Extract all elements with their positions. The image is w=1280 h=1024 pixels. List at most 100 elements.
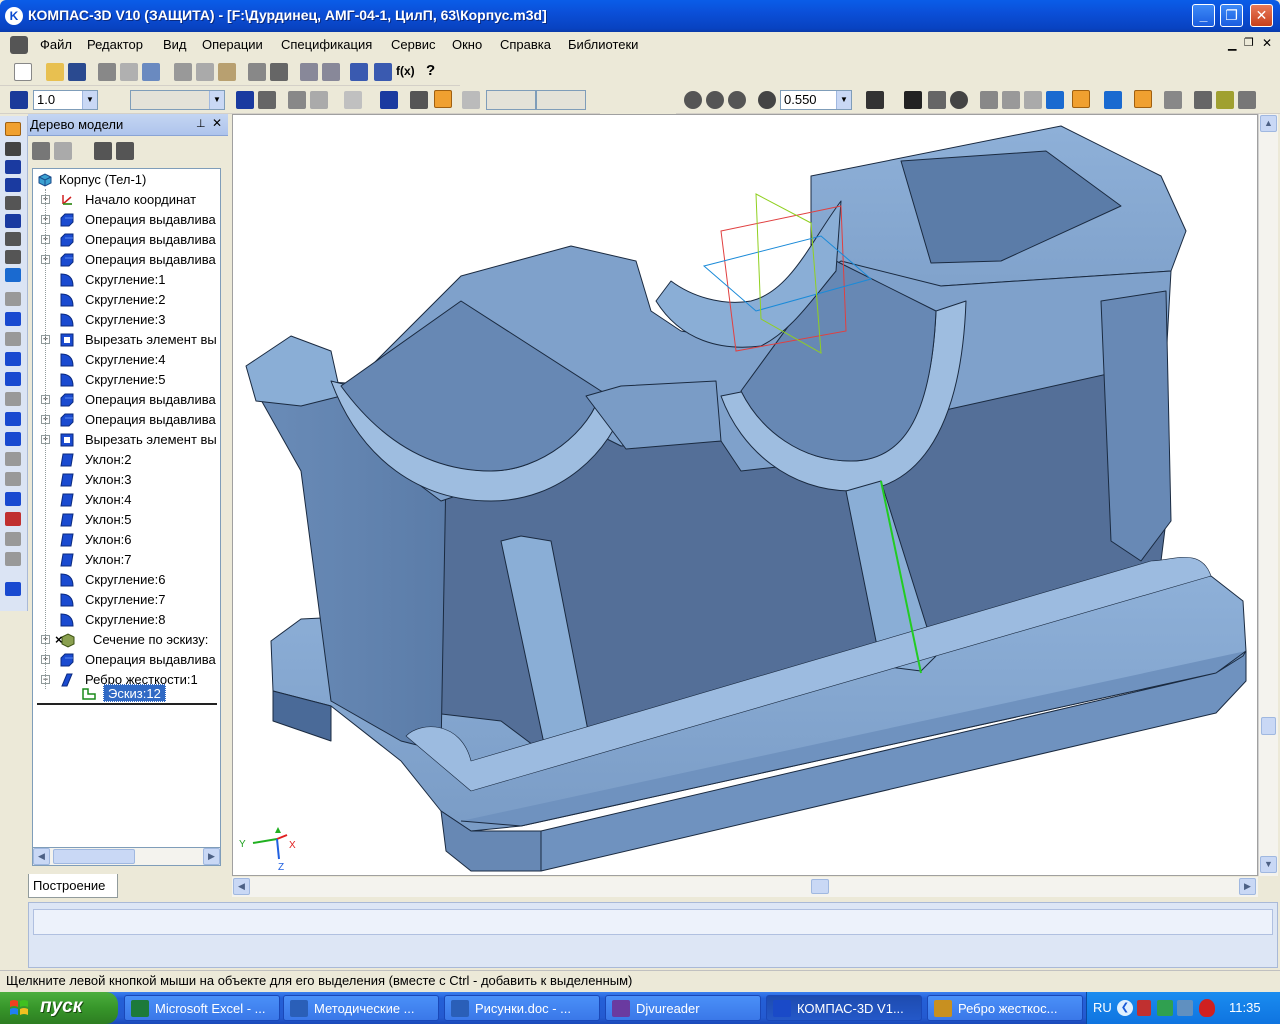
tree-item[interactable]: Скругление:8: [33, 610, 220, 630]
chain-icon[interactable]: [288, 91, 306, 109]
layer-dropdown-icon[interactable]: ▼: [209, 91, 224, 109]
tree-hscroll[interactable]: ◀ ▶: [32, 848, 221, 866]
help-pointer-icon[interactable]: ?: [426, 62, 435, 79]
taskbar-task[interactable]: КОМПАС-3D V1...: [766, 995, 922, 1021]
op-loft-icon[interactable]: [5, 352, 21, 366]
snap-icon[interactable]: [10, 91, 28, 109]
tree-scroll-left-icon[interactable]: ◀: [33, 848, 50, 865]
window-titlebar[interactable]: K КОМПАС-3D V10 (ЗАЩИТА) - [F:\Дурдинец,…: [0, 0, 1280, 32]
zoom-out-icon[interactable]: [728, 91, 746, 109]
hscroll-thumb[interactable]: [811, 879, 829, 894]
print-preview-icon[interactable]: [120, 63, 138, 81]
tray-shield-icon[interactable]: [1137, 1000, 1151, 1016]
hidden-lines-icon[interactable]: [1002, 91, 1020, 109]
tree-item[interactable]: Уклон:4: [33, 490, 220, 510]
tree-sort-icon[interactable]: [94, 142, 112, 160]
filter-icon[interactable]: [5, 214, 21, 228]
measure-icon[interactable]: [1194, 91, 1212, 109]
tree-item[interactable]: Скругление:6: [33, 570, 220, 590]
scroll-up-icon[interactable]: ▲: [1260, 115, 1277, 132]
grid-icon[interactable]: [344, 91, 362, 109]
document-icon[interactable]: [10, 36, 28, 54]
zoom-dropdown-icon[interactable]: ▼: [836, 91, 851, 109]
close-button[interactable]: ✕: [1250, 4, 1273, 27]
kompas-app-icon[interactable]: K: [5, 7, 23, 25]
tree-item[interactable]: + Вырезать элемент вы: [33, 430, 220, 450]
op-mirror-icon[interactable]: [5, 532, 21, 546]
step-cursor-icon[interactable]: [410, 91, 428, 109]
print-icon[interactable]: [98, 63, 116, 81]
scroll-down-icon[interactable]: ▼: [1260, 856, 1277, 873]
op-array-icon[interactable]: [5, 492, 21, 506]
tree-order-icon[interactable]: [32, 142, 50, 160]
zoom-all-icon[interactable]: [928, 91, 946, 109]
op-rotate-icon[interactable]: [5, 312, 21, 326]
menu-item-7[interactable]: Справка: [500, 37, 551, 52]
menu-item-3[interactable]: Операции: [202, 37, 263, 52]
tree-item[interactable]: + Операция выдавлива: [33, 250, 220, 270]
tree-props-icon[interactable]: [116, 142, 134, 160]
report-icon[interactable]: [5, 250, 21, 264]
taskbar-task[interactable]: Рисунки.doc - ...: [444, 995, 600, 1021]
shaded-icon[interactable]: [1046, 91, 1064, 109]
paste-icon[interactable]: [218, 63, 236, 81]
tree-item[interactable]: Скругление:4: [33, 350, 220, 370]
zoom-scale-icon[interactable]: [758, 91, 776, 109]
maximize-button[interactable]: ❐: [1220, 4, 1243, 27]
op-section-icon[interactable]: [5, 512, 21, 526]
wireframe-icon[interactable]: [980, 91, 998, 109]
format-brush-icon[interactable]: [248, 63, 266, 81]
tray-expand-icon[interactable]: ❮: [1117, 1000, 1133, 1016]
step-combobox[interactable]: 1.0 ▼: [33, 90, 98, 110]
zoom-in-icon[interactable]: [706, 91, 724, 109]
op-chamfer-icon[interactable]: [5, 412, 21, 426]
menu-item-0[interactable]: Файл: [40, 37, 72, 52]
manager-icon[interactable]: [350, 63, 368, 81]
menu-item-2[interactable]: Вид: [163, 37, 187, 52]
layers-icon[interactable]: [374, 63, 392, 81]
op-rib-icon[interactable]: [5, 472, 21, 486]
tab-construction[interactable]: Построение: [28, 874, 118, 898]
tree-item[interactable]: Скругление:7: [33, 590, 220, 610]
open-file-icon[interactable]: [46, 63, 64, 81]
doc-restore-icon[interactable]: ❐: [1244, 36, 1254, 49]
layer-combobox[interactable]: ▼: [130, 90, 225, 110]
menu-item-4[interactable]: Спецификация: [281, 37, 372, 52]
y-coord-field[interactable]: [536, 90, 586, 110]
vscroll-thumb[interactable]: [1261, 717, 1276, 735]
select-filter-icon[interactable]: [1134, 90, 1152, 108]
list-icon[interactable]: [270, 63, 288, 81]
x-coord-field[interactable]: [486, 90, 536, 110]
taskbar-task[interactable]: Djvureader: [605, 995, 761, 1021]
rotate-icon[interactable]: [950, 91, 968, 109]
tree-item[interactable]: Уклон:2: [33, 450, 220, 470]
tree-item[interactable]: Скругление:3: [33, 310, 220, 330]
shaded-edges-icon[interactable]: [1072, 90, 1090, 108]
op-fillet-icon[interactable]: [5, 392, 21, 406]
zoom-window-icon[interactable]: [684, 91, 702, 109]
spec-icon[interactable]: [5, 232, 21, 246]
taskbar-task[interactable]: Ребро жесткос...: [927, 995, 1083, 1021]
fx-button[interactable]: f(x): [396, 64, 415, 78]
op-shell-icon[interactable]: [5, 432, 21, 446]
tree-item[interactable]: + Операция выдавлива: [33, 650, 220, 670]
zoom-combobox[interactable]: 0.550 ▼: [780, 90, 852, 110]
editing-mode-icon[interactable]: [5, 122, 21, 136]
model-viewport[interactable]: Y X Z: [232, 114, 1258, 876]
perspective-icon[interactable]: [1104, 91, 1122, 109]
taskbar-task[interactable]: Методические ...: [283, 995, 439, 1021]
tree-item[interactable]: + Вырезать элемент вы: [33, 330, 220, 350]
undo-icon[interactable]: [300, 63, 318, 81]
doc-close-icon[interactable]: ✕: [1262, 36, 1272, 50]
scroll-right-icon[interactable]: ▶: [1239, 878, 1256, 895]
viewport-hscroll[interactable]: ◀ ▶: [232, 877, 1258, 897]
curve-icon[interactable]: [5, 142, 21, 156]
menu-item-5[interactable]: Сервис: [391, 37, 436, 52]
panel-icon[interactable]: [1238, 91, 1256, 109]
tree-scroll-thumb[interactable]: [53, 849, 135, 864]
tree-selected-sketch[interactable]: Эскиз:12: [33, 683, 220, 703]
taskbar-task[interactable]: Microsoft Excel - ...: [124, 995, 280, 1021]
pan-icon[interactable]: [904, 91, 922, 109]
tree-item[interactable]: + Операция выдавлива: [33, 230, 220, 250]
cut-icon[interactable]: [174, 63, 192, 81]
